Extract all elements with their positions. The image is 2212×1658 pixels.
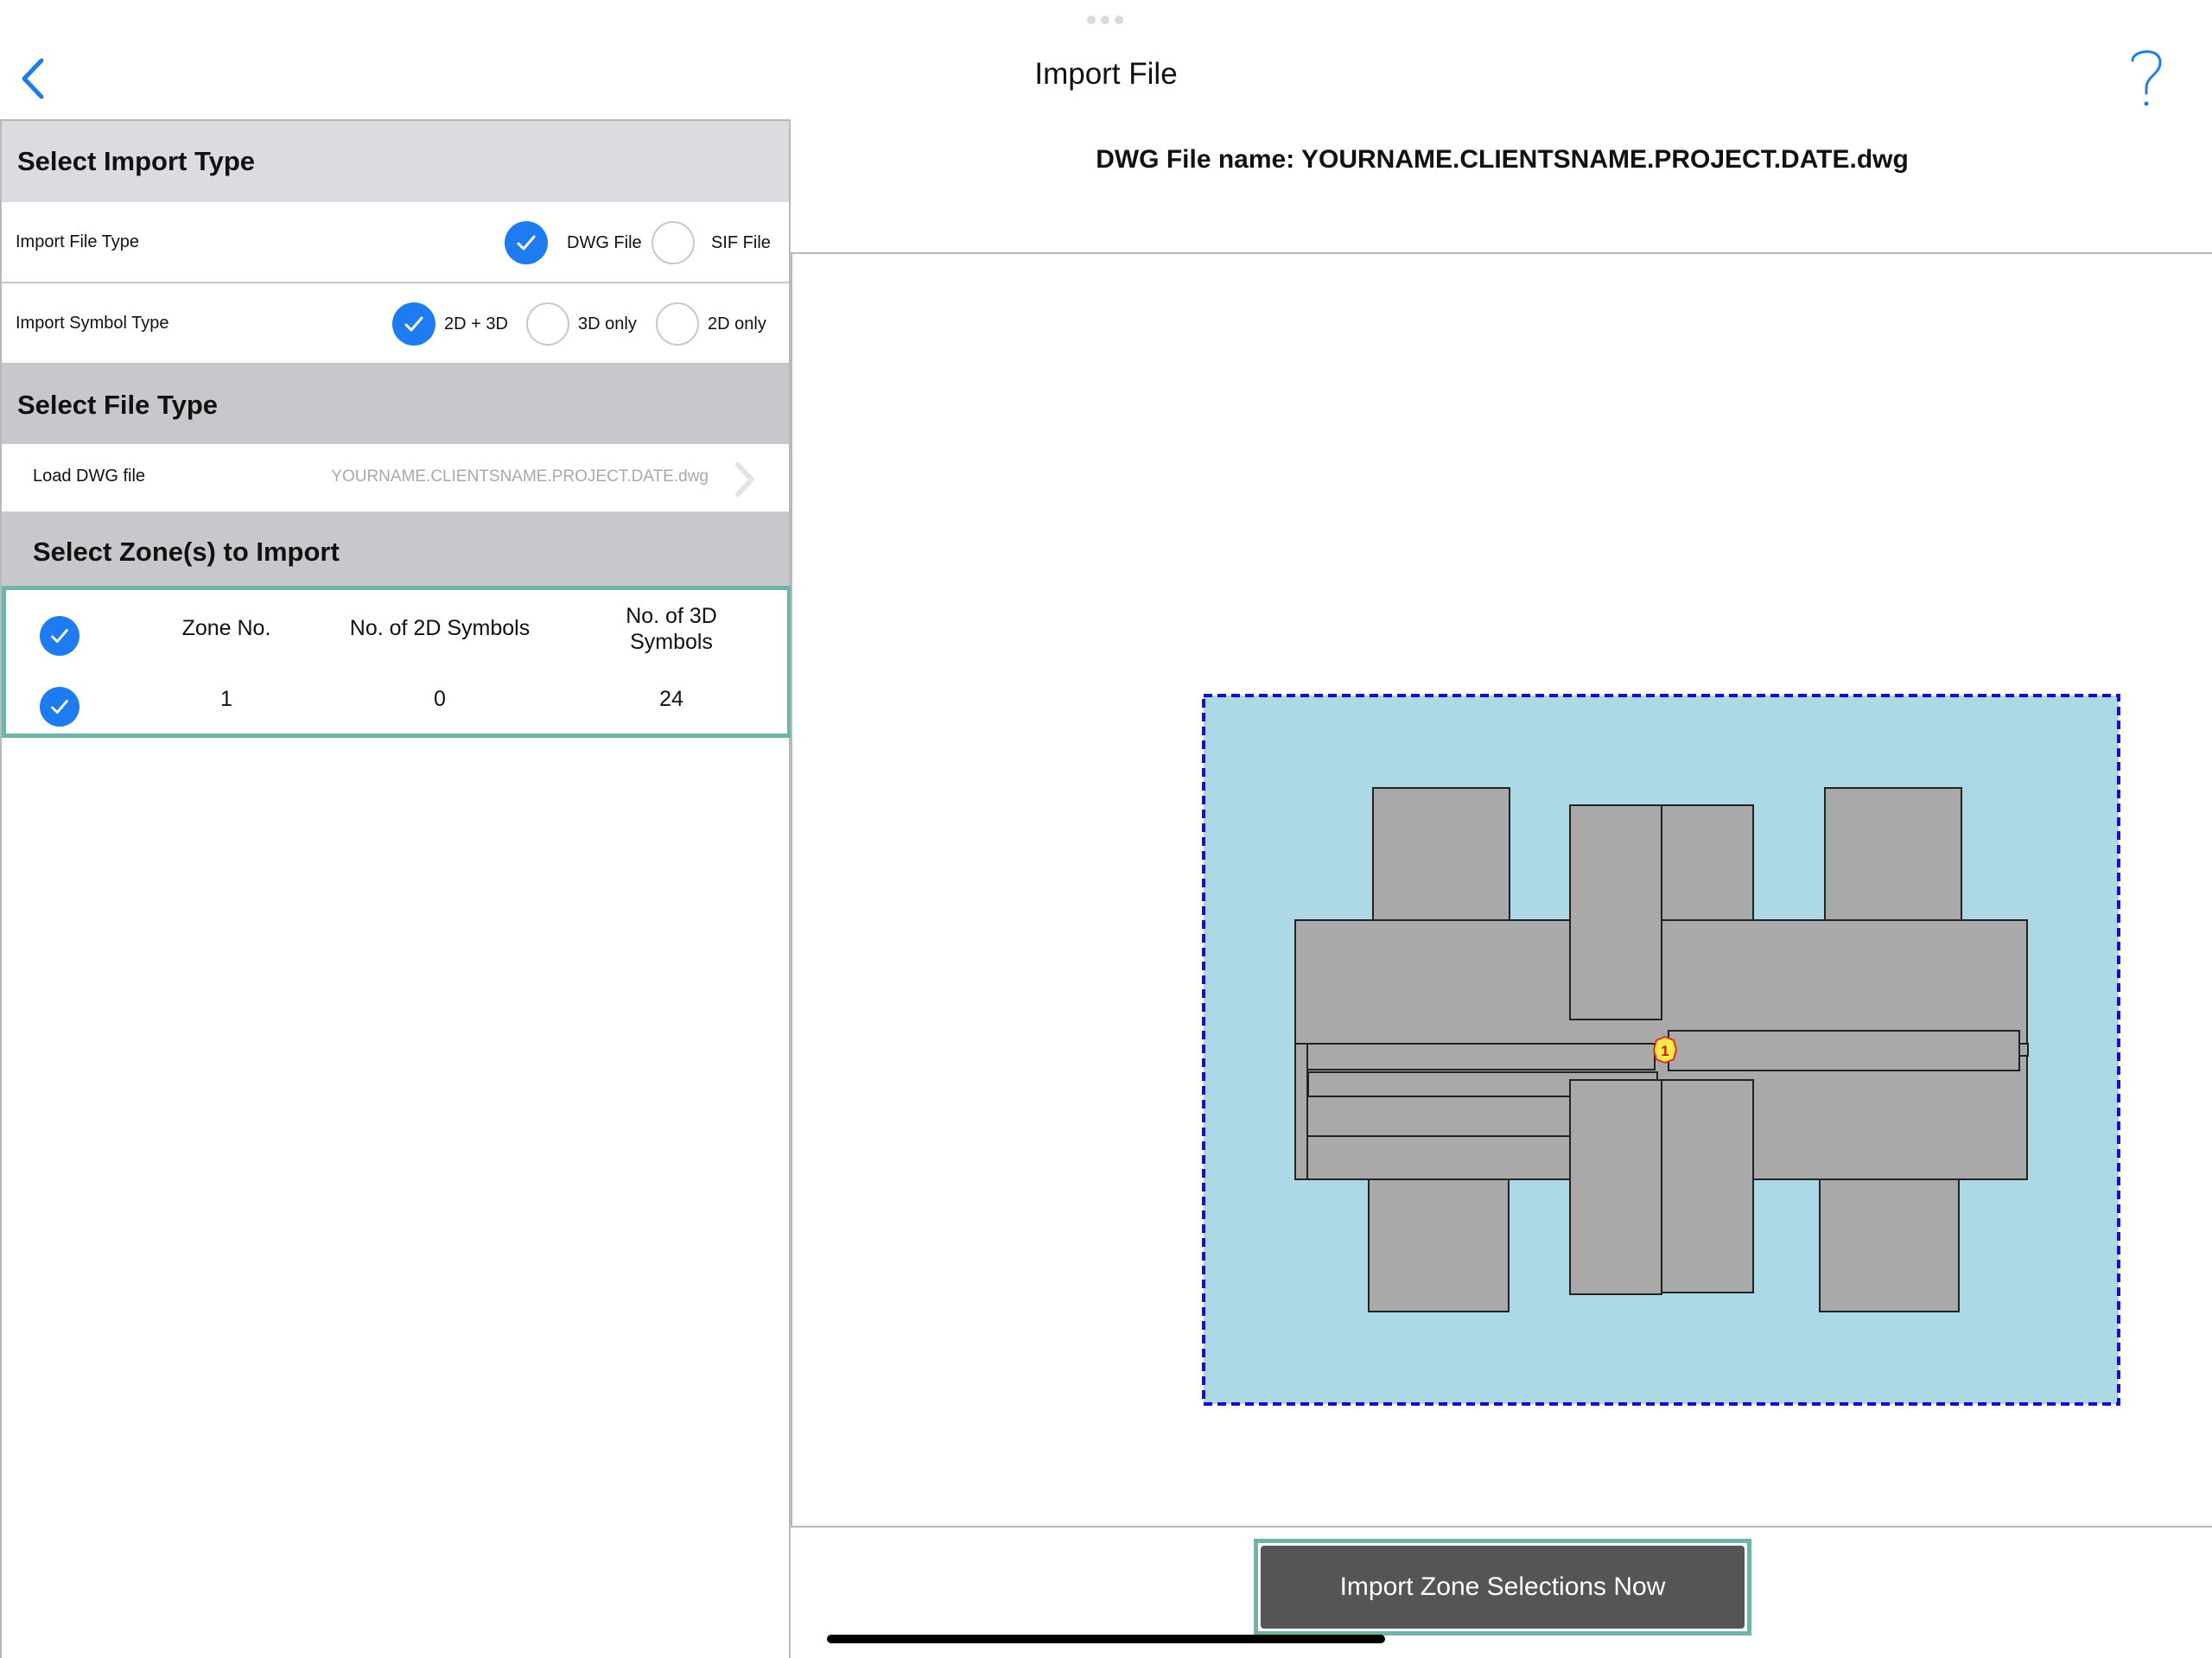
question-mark-icon bbox=[2131, 50, 2162, 106]
page-title: Import File bbox=[1034, 57, 1178, 91]
symbol-shape bbox=[1661, 1079, 1754, 1293]
option-label: 2D only bbox=[708, 314, 766, 334]
checkmark-selected-icon bbox=[392, 302, 435, 346]
column-header-zone: Zone No. bbox=[181, 616, 271, 640]
section-header-import-type: Select Import Type bbox=[2, 121, 789, 202]
import-zone-selections-button[interactable]: Import Zone Selections Now bbox=[1261, 1546, 1745, 1629]
navigation-bar: Import File bbox=[0, 0, 2212, 119]
dwg-file-name: DWG File name: YOURNAME.CLIENTSNAME.PROJ… bbox=[1096, 145, 1909, 174]
section-title: Select Import Type bbox=[17, 146, 256, 176]
column-header-3d-symbols: No. of 3D Symbols bbox=[626, 604, 717, 654]
checkmark-selected-icon bbox=[505, 221, 548, 264]
symbol-shape bbox=[2018, 1043, 2029, 1057]
home-indicator[interactable] bbox=[827, 1635, 1385, 1643]
drawing-preview-svg: 1 bbox=[1202, 694, 2120, 1406]
section-title: Select Zone(s) to Import bbox=[33, 537, 340, 567]
help-button[interactable] bbox=[2126, 45, 2167, 111]
symbol-shape bbox=[1372, 787, 1510, 921]
radio-unselected-icon bbox=[526, 302, 569, 346]
import-file-type-row: Import File Type DWG File SIF File bbox=[2, 202, 789, 283]
symbol-shape bbox=[1294, 1043, 1308, 1180]
symbol-shape bbox=[1661, 804, 1754, 921]
option-2d-only[interactable]: 2D only bbox=[656, 302, 766, 346]
load-dwg-value: YOURNAME.CLIENTSNAME.PROJECT.DATE.dwg bbox=[331, 467, 709, 486]
select-all-zones-checkbox[interactable] bbox=[40, 616, 79, 656]
import-options-panel: Select Import Type Import File Type DWG … bbox=[0, 119, 791, 1658]
import-button-highlight: Import Zone Selections Now bbox=[1254, 1539, 1751, 1636]
section-header-zones: Select Zone(s) to Import bbox=[2, 511, 789, 593]
option-label: DWG File bbox=[567, 232, 642, 252]
zone-2d-count: 0 bbox=[434, 687, 446, 711]
load-dwg-file-row[interactable]: Load DWG file YOURNAME.CLIENTSNAME.PROJE… bbox=[2, 444, 789, 511]
symbol-shape bbox=[1305, 1096, 1571, 1137]
zone-row-checkbox[interactable] bbox=[40, 687, 79, 727]
drawing-preview-canvas[interactable]: 1 bbox=[791, 252, 2212, 1528]
symbol-shape bbox=[1824, 787, 1962, 921]
column-header-2d-symbols: No. of 2D Symbols bbox=[349, 616, 531, 640]
zone-marker-label: 1 bbox=[1661, 1043, 1669, 1059]
load-dwg-label: Load DWG file bbox=[33, 467, 146, 486]
checkmark-selected-icon bbox=[51, 700, 68, 714]
radio-unselected-icon bbox=[652, 221, 695, 264]
checkmark-selected-icon bbox=[51, 629, 68, 643]
chevron-right-icon bbox=[735, 462, 754, 497]
symbol-shape bbox=[1294, 1043, 1656, 1070]
option-3d-only[interactable]: 3D only bbox=[526, 302, 637, 346]
row-label: Import Symbol Type bbox=[16, 313, 169, 333]
radio-unselected-icon bbox=[656, 302, 699, 346]
option-label: 3D only bbox=[578, 314, 637, 334]
symbol-shape bbox=[1569, 1079, 1662, 1295]
symbol-shape bbox=[1668, 1030, 2020, 1071]
zone-table: Zone No. No. of 2D Symbols No. of 3D Sym… bbox=[2, 586, 791, 738]
symbol-shape bbox=[1368, 1178, 1510, 1312]
option-label: SIF File bbox=[711, 232, 771, 252]
option-sif-file[interactable]: SIF File bbox=[652, 221, 771, 264]
option-dwg-file[interactable]: DWG File bbox=[505, 221, 642, 264]
zone-number: 1 bbox=[220, 687, 232, 711]
symbol-shape bbox=[1819, 1178, 1960, 1312]
row-label: Import File Type bbox=[16, 232, 140, 251]
symbol-shape bbox=[1569, 804, 1662, 1020]
import-symbol-type-row: Import Symbol Type 2D + 3D 3D only 2D on… bbox=[2, 283, 789, 365]
section-header-file-type: Select File Type bbox=[2, 365, 789, 446]
option-2d-3d[interactable]: 2D + 3D bbox=[392, 302, 508, 346]
section-title: Select File Type bbox=[17, 390, 219, 420]
zone-3d-count: 24 bbox=[659, 687, 683, 711]
option-label: 2D + 3D bbox=[444, 314, 508, 334]
zone-marker-badge: 1 bbox=[1652, 1035, 1678, 1064]
